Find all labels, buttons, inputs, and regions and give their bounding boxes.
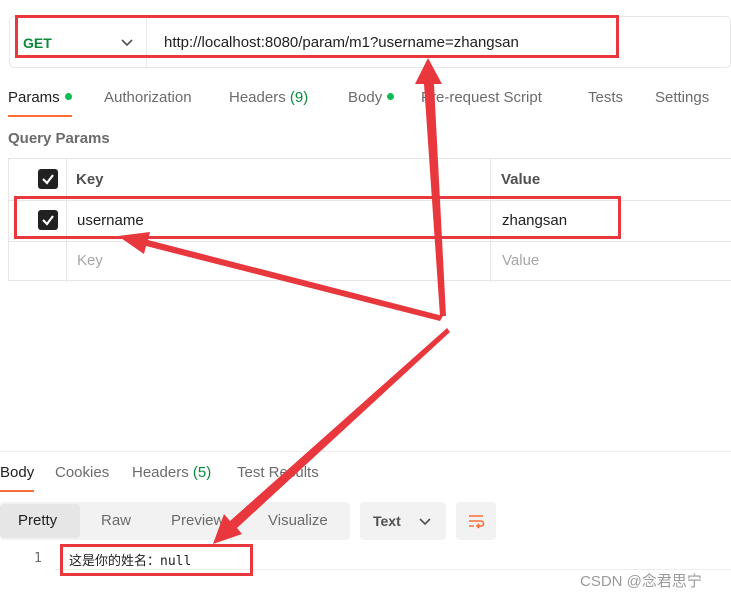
tab-label: Test Results [237, 464, 319, 481]
param-highlight-box [14, 196, 621, 239]
tab-headers[interactable]: Headers (9) [229, 89, 308, 106]
response-divider [0, 451, 731, 452]
tab-label: Settings [655, 89, 710, 106]
response-tab-test-results[interactable]: Test Results [237, 464, 319, 481]
active-tab-indicator [0, 490, 34, 492]
tab-label: Tests [588, 89, 624, 106]
tab-label: Body [0, 464, 35, 481]
tab-authorization[interactable]: Authorization [104, 89, 192, 106]
format-raw-button[interactable]: Raw [101, 512, 131, 529]
active-tab-indicator [8, 115, 72, 117]
select-all-checkbox[interactable] [38, 169, 58, 189]
new-value-input[interactable]: Value [502, 252, 539, 269]
status-dot-icon [64, 93, 72, 100]
response-highlight-box [60, 544, 253, 576]
response-type-label: Text [373, 513, 401, 529]
chevron-down-icon [419, 518, 431, 526]
row-divider [9, 241, 731, 242]
tab-label: Cookies [55, 464, 110, 481]
tab-label: Pre-request Script [421, 89, 542, 106]
tab-tests[interactable]: Tests [588, 89, 623, 106]
response-format-group: Pretty Raw Preview Visualize [0, 502, 350, 540]
tab-params[interactable]: Params [8, 89, 72, 106]
tab-label: Params [8, 89, 60, 106]
tab-settings[interactable]: Settings [655, 89, 709, 106]
url-highlight-box [15, 15, 619, 58]
format-visualize-button[interactable]: Visualize [268, 512, 328, 529]
wrap-lines-button[interactable] [456, 502, 496, 540]
tab-pre-request-script[interactable]: Pre-request Script [421, 89, 542, 106]
tab-label: Body [348, 89, 383, 106]
format-preview-button[interactable]: Preview [171, 512, 224, 529]
line-number: 1 [34, 551, 42, 566]
response-type-select[interactable]: Text [360, 502, 446, 540]
response-tab-headers[interactable]: Headers (5) [132, 464, 211, 481]
new-key-input[interactable]: Key [77, 252, 103, 269]
tab-count: (5) [192, 464, 212, 481]
format-pretty-button[interactable]: Pretty [18, 512, 57, 529]
section-title: Query Params [8, 130, 110, 147]
wrap-lines-icon [469, 515, 485, 529]
column-header-key: Key [76, 171, 104, 188]
response-tab-cookies[interactable]: Cookies [55, 464, 109, 481]
tab-label: Authorization [104, 89, 192, 106]
status-dot-icon [387, 93, 395, 100]
tab-count: (9) [289, 89, 309, 106]
checkmark-icon [42, 174, 54, 185]
response-tab-body[interactable]: Body [0, 464, 34, 481]
watermark: CSDN @念君思宁 [580, 573, 702, 590]
column-header-value: Value [501, 171, 541, 188]
tab-label: Headers [229, 89, 286, 106]
tab-body[interactable]: Body [348, 89, 395, 106]
tab-label: Headers [132, 464, 189, 481]
